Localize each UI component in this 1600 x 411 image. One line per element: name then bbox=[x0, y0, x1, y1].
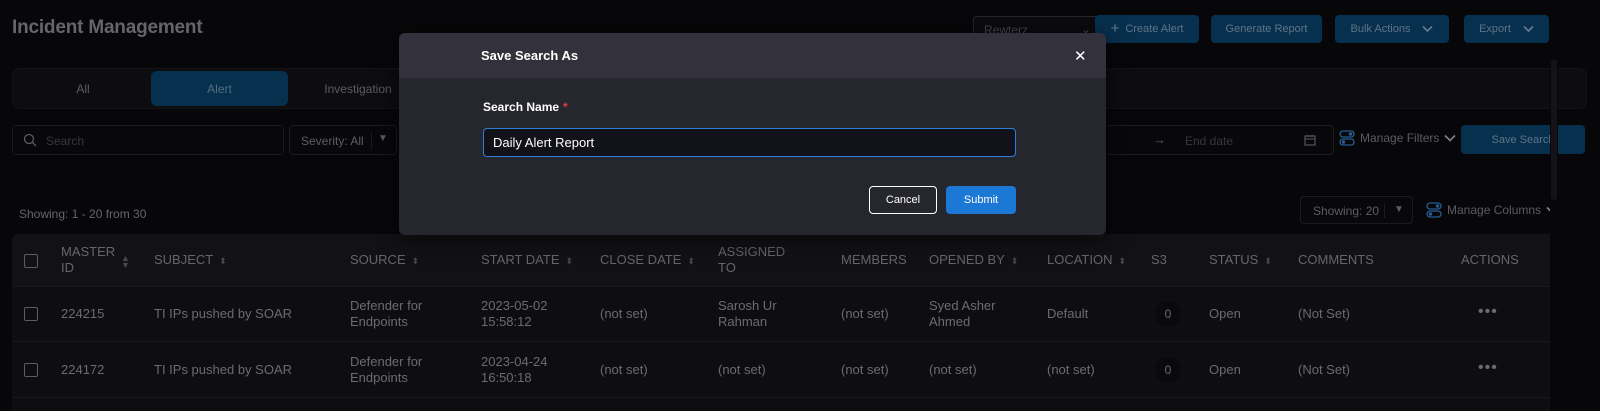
cancel-button[interactable]: Cancel bbox=[869, 186, 937, 214]
required-indicator: * bbox=[563, 100, 568, 114]
close-icon[interactable]: ✕ bbox=[1074, 47, 1087, 65]
search-name-label-text: Search Name bbox=[483, 100, 560, 114]
submit-button[interactable]: Submit bbox=[946, 186, 1016, 214]
dialog-header: Save Search As ✕ bbox=[399, 33, 1106, 78]
search-name-label: Search Name * bbox=[483, 100, 568, 114]
dialog-title: Save Search As bbox=[481, 48, 579, 63]
search-name-input[interactable] bbox=[483, 128, 1016, 157]
save-search-dialog: Save Search As ✕ Search Name* Cancel Sub… bbox=[399, 33, 1106, 235]
